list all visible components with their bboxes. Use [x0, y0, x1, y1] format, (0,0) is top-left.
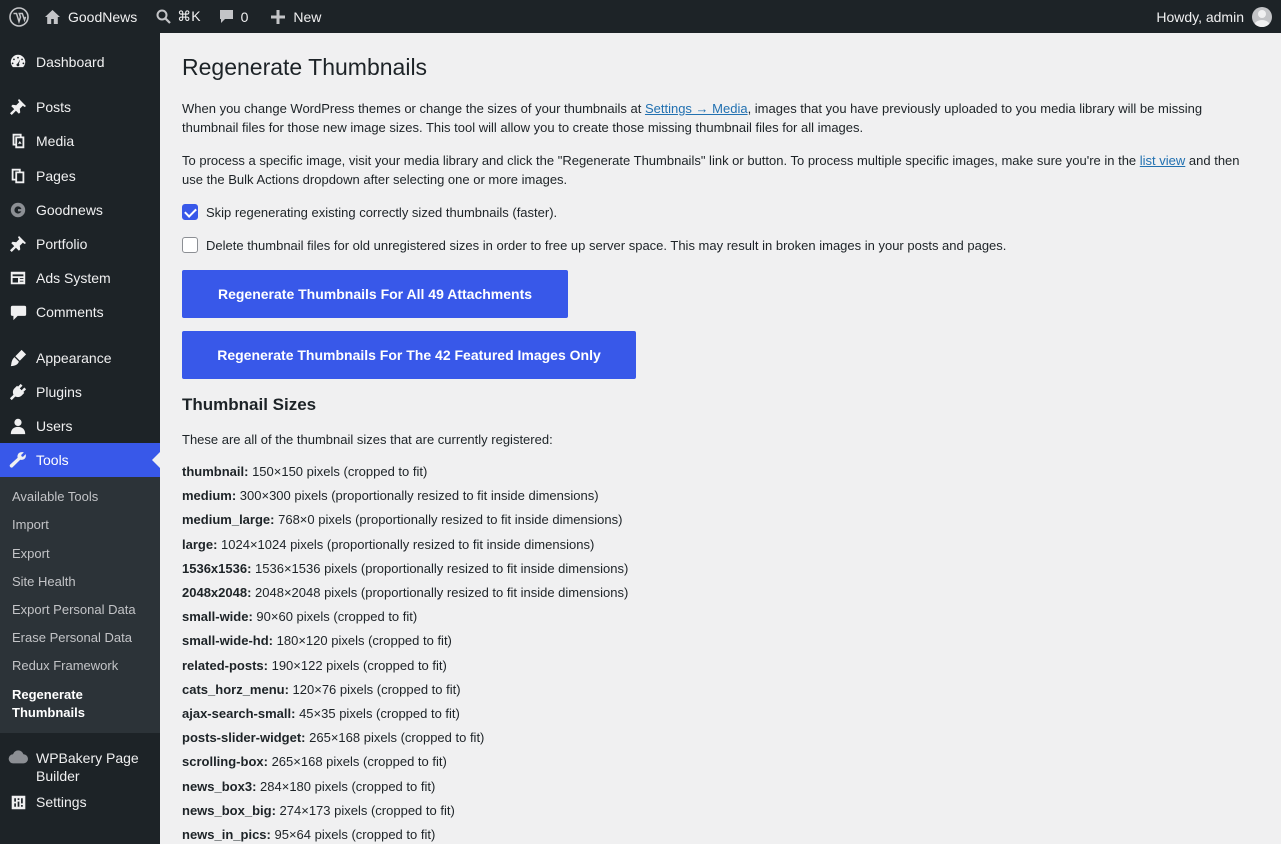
submenu-export-personal-data[interactable]: Export Personal Data: [12, 601, 152, 619]
admin-sidebar: Dashboard Posts Media Pages Goodnews Por…: [0, 33, 160, 844]
intro-paragraph-2: To process a specific image, visit your …: [182, 153, 1240, 187]
dashboard-icon: [0, 53, 36, 71]
sidebar-item-wpbakery[interactable]: WPBakery Page Builder: [0, 741, 160, 785]
list-item: medium: 300×300 pixels (proportionally r…: [182, 488, 599, 503]
new-label: New: [293, 8, 322, 25]
delete-old-label: Delete thumbnail files for old unregiste…: [206, 237, 1007, 253]
list-item: thumbnail: 150×150 pixels (cropped to fi…: [182, 464, 428, 479]
skip-existing-label: Skip regenerating existing correctly siz…: [206, 204, 558, 220]
sidebar-item-posts[interactable]: Posts: [0, 90, 160, 124]
list-item: scrolling-box: 265×168 pixels (cropped t…: [182, 754, 447, 769]
howdy-text: Howdy, admin: [1156, 8, 1244, 25]
sidebar-item-media[interactable]: Media: [0, 124, 160, 158]
account-menu[interactable]: Howdy, admin: [1156, 0, 1272, 33]
comments-button[interactable]: 0: [201, 0, 249, 33]
list-item: small-wide-hd: 180×120 pixels (cropped t…: [182, 633, 452, 648]
submenu-redux-framework[interactable]: Redux Framework: [12, 657, 152, 675]
list-item: large: 1024×1024 pixels (proportionally …: [182, 537, 595, 552]
cloud-icon: [0, 749, 36, 765]
skip-existing-checkbox[interactable]: [182, 204, 198, 220]
command-palette-button[interactable]: ⌘K: [137, 0, 201, 33]
avatar: [1252, 6, 1272, 27]
home-icon: [45, 9, 60, 24]
plugin-icon: [0, 383, 36, 401]
skip-existing-option[interactable]: Skip regenerating existing correctly siz…: [182, 204, 557, 220]
sidebar-item-pages[interactable]: Pages: [0, 159, 160, 193]
sidebar-item-ads-system[interactable]: Ads System: [0, 261, 160, 295]
list-item: cats_horz_menu: 120×76 pixels (cropped t…: [182, 682, 461, 697]
comments-count: 0: [240, 8, 249, 25]
regenerate-featured-button[interactable]: Regenerate Thumbnails For The 42 Feature…: [182, 331, 636, 379]
thumbnail-sizes-intro: These are all of the thumbnail sizes tha…: [182, 432, 553, 447]
list-item: ajax-search-small: 45×35 pixels (cropped…: [182, 706, 460, 721]
user-icon: [0, 417, 36, 435]
list-item: news_box3: 284×180 pixels (cropped to fi…: [182, 779, 436, 794]
plus-icon: [271, 9, 286, 24]
goodnews-icon: [0, 201, 36, 219]
regenerate-all-button[interactable]: Regenerate Thumbnails For All 49 Attachm…: [182, 270, 568, 318]
list-item: related-posts: 190×122 pixels (cropped t…: [182, 658, 447, 673]
submenu-export[interactable]: Export: [12, 545, 152, 563]
tools-submenu: Available Tools Import Export Site Healt…: [0, 477, 160, 733]
submenu-site-health[interactable]: Site Health: [12, 573, 152, 591]
intro-paragraph-1: When you change WordPress themes or chan…: [182, 101, 1203, 135]
wordpress-logo-menu[interactable]: [0, 0, 36, 33]
site-name: GoodNews: [68, 8, 138, 25]
list-item: news_box_big: 274×173 pixels (cropped to…: [182, 803, 455, 818]
wordpress-logo-icon: [9, 6, 29, 27]
sidebar-item-dashboard[interactable]: Dashboard: [0, 45, 160, 79]
settings-icon: [0, 794, 36, 811]
list-item: posts-slider-widget: 265×168 pixels (cro…: [182, 730, 485, 745]
search-icon: [156, 9, 172, 24]
wrench-icon: [0, 451, 36, 469]
ads-icon: [0, 269, 36, 287]
sidebar-item-goodnews[interactable]: Goodnews: [0, 193, 160, 227]
brush-icon: [0, 349, 36, 367]
list-item: news_in_pics: 95×64 pixels (cropped to f…: [182, 827, 436, 842]
search-shortcut: ⌘K: [177, 8, 201, 24]
sidebar-item-appearance[interactable]: Appearance: [0, 341, 160, 375]
submenu-import[interactable]: Import: [12, 516, 152, 534]
sidebar-item-comments[interactable]: Comments: [0, 295, 160, 329]
submenu-available-tools[interactable]: Available Tools: [12, 488, 152, 506]
delete-old-option[interactable]: Delete thumbnail files for old unregiste…: [182, 237, 1006, 253]
comment-icon: [219, 10, 233, 23]
pin-icon: [0, 98, 36, 116]
pin-icon: [0, 235, 36, 253]
new-content-button[interactable]: New: [248, 0, 321, 33]
media-icon: [0, 132, 36, 150]
list-view-link[interactable]: list view: [1140, 153, 1186, 168]
thumbnail-sizes-heading: Thumbnail Sizes: [182, 395, 317, 414]
delete-old-checkbox[interactable]: [182, 237, 198, 253]
sidebar-item-users[interactable]: Users: [0, 409, 160, 443]
page-title: Regenerate Thumbnails: [182, 54, 428, 80]
comment-icon: [0, 304, 36, 321]
settings-media-link[interactable]: Settings → Media: [645, 101, 748, 116]
list-item: medium_large: 768×0 pixels (proportional…: [182, 512, 623, 527]
site-name-link[interactable]: GoodNews: [36, 0, 137, 33]
sidebar-item-tools[interactable]: Tools: [0, 443, 160, 477]
pages-icon: [0, 167, 36, 185]
sidebar-item-portfolio[interactable]: Portfolio: [0, 227, 160, 261]
list-item: 1536x1536: 1536×1536 pixels (proportiona…: [182, 561, 629, 576]
sidebar-item-settings[interactable]: Settings: [0, 785, 160, 819]
admin-bar: GoodNews ⌘K 0 New Howdy, admin: [0, 0, 1281, 33]
list-item: 2048x2048: 2048×2048 pixels (proportiona…: [182, 585, 629, 600]
list-item: small-wide: 90×60 pixels (cropped to fit…: [182, 609, 418, 624]
sidebar-item-plugins[interactable]: Plugins: [0, 375, 160, 409]
submenu-regenerate-thumbnails[interactable]: Regenerate Thumbnails: [12, 686, 112, 722]
submenu-erase-personal-data[interactable]: Erase Personal Data: [12, 629, 152, 647]
